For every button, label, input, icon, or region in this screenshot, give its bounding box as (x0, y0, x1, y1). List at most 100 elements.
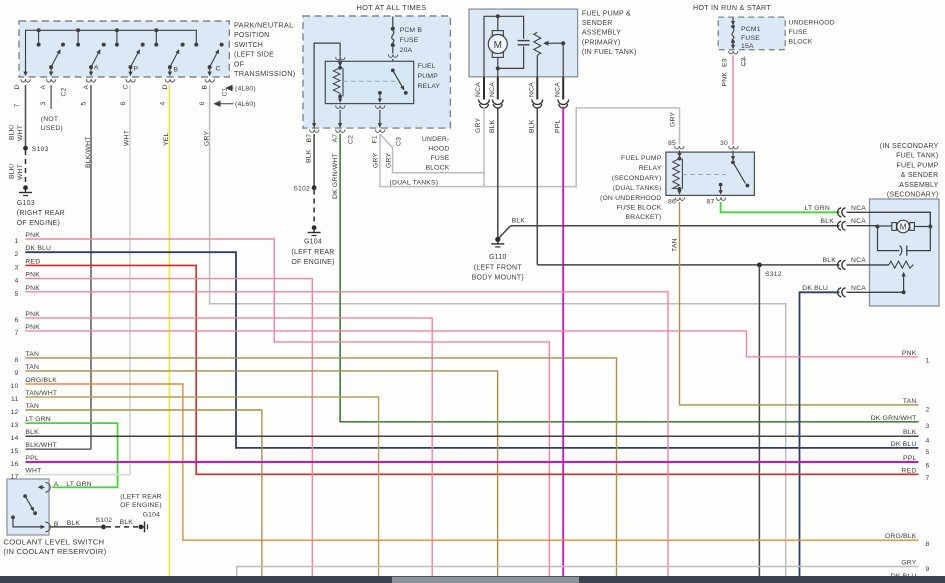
svg-text:GRY: GRY (386, 153, 393, 168)
svg-text:(SECONDARY): (SECONDARY) (612, 175, 662, 182)
svg-text:(IN FUEL TANK): (IN FUEL TANK) (582, 49, 637, 56)
svg-text:(SECONDARY): (SECONDARY) (887, 192, 939, 199)
svg-text:PARK/NEUTRAL: PARK/NEUTRAL (234, 23, 294, 30)
svg-text:WHT: WHT (17, 164, 24, 180)
svg-text:85: 85 (668, 140, 676, 147)
svg-text:PCM B: PCM B (400, 27, 423, 34)
svg-text:(LEFT REAR: (LEFT REAR (120, 494, 162, 501)
svg-text:30: 30 (720, 140, 728, 147)
svg-text:RELAY: RELAY (639, 165, 662, 172)
svg-text:1: 1 (926, 358, 930, 365)
svg-text:P: P (134, 66, 139, 73)
svg-text:4: 4 (926, 438, 930, 445)
svg-text:FUSE: FUSE (789, 29, 808, 36)
svg-text:A: A (54, 481, 59, 488)
svg-text:(IN SECONDARY: (IN SECONDARY (880, 143, 939, 150)
svg-text:HOOD: HOOD (428, 146, 449, 153)
svg-text:BLK/WHT: BLK/WHT (25, 442, 57, 449)
svg-text:FUSE: FUSE (431, 155, 450, 162)
svg-text:NCA: NCA (489, 82, 496, 97)
svg-text:FUEL: FUEL (418, 63, 436, 70)
svg-text:G103: G103 (17, 200, 35, 207)
svg-text:TAN: TAN (25, 364, 39, 371)
svg-text:BLK: BLK (512, 218, 526, 225)
svg-text:WHT: WHT (17, 125, 24, 141)
svg-text:PNK: PNK (25, 324, 40, 331)
svg-text:A: A (40, 85, 47, 90)
svg-text:NCA: NCA (851, 285, 866, 292)
svg-text:8: 8 (926, 541, 930, 548)
svg-text:A: A (94, 65, 99, 72)
svg-text:7: 7 (15, 330, 19, 337)
svg-text:(LEFT SIDE: (LEFT SIDE (234, 52, 274, 59)
svg-text:GRY: GRY (373, 153, 380, 168)
svg-text:B: B (202, 85, 209, 90)
svg-text:14: 14 (11, 435, 19, 442)
svg-text:DK BLU: DK BLU (25, 245, 51, 252)
svg-text:5: 5 (926, 449, 930, 456)
svg-text:6: 6 (15, 317, 19, 324)
svg-text:ORG/BLK: ORG/BLK (25, 377, 57, 384)
svg-text:13: 13 (11, 422, 19, 429)
svg-text:7: 7 (926, 475, 930, 482)
svg-text:D: D (162, 84, 169, 89)
svg-text:ASSEMBLY: ASSEMBLY (899, 182, 938, 189)
svg-text:GRY: GRY (475, 118, 482, 133)
svg-text:4: 4 (15, 278, 19, 285)
svg-text:NCA: NCA (475, 82, 482, 97)
svg-text:OF: OF (234, 61, 244, 68)
svg-text:20A: 20A (400, 47, 413, 54)
svg-text:TAN: TAN (25, 403, 39, 410)
svg-text:7: 7 (14, 104, 21, 108)
svg-text:(LEFT REAR: (LEFT REAR (291, 249, 334, 256)
svg-text:FUSE: FUSE (400, 37, 419, 44)
svg-text:BLOCK: BLOCK (425, 165, 449, 172)
svg-text:(DUAL TANKS): (DUAL TANKS) (390, 180, 439, 187)
svg-text:F1: F1 (372, 135, 379, 143)
svg-text:OF ENGINE): OF ENGINE) (17, 220, 60, 227)
svg-text:PCM1: PCM1 (741, 26, 761, 33)
svg-text:(PRIMARY): (PRIMARY) (582, 39, 621, 46)
svg-text:M: M (900, 223, 907, 232)
svg-text:LT GRN: LT GRN (66, 481, 92, 488)
svg-text:BLK/: BLK/ (9, 124, 16, 140)
svg-text:PPL: PPL (903, 455, 916, 462)
svg-text:87: 87 (707, 199, 715, 206)
svg-text:15: 15 (11, 448, 19, 455)
svg-text:G104: G104 (143, 512, 160, 519)
svg-text:(4L80): (4L80) (235, 86, 256, 93)
svg-text:DK BLU: DK BLU (891, 441, 917, 448)
svg-text:S312: S312 (765, 271, 782, 278)
svg-text:86: 86 (668, 199, 676, 206)
svg-text:TAN/WHT: TAN/WHT (25, 390, 57, 397)
svg-text:G104: G104 (304, 239, 322, 246)
svg-text:ORG/BLK: ORG/BLK (885, 533, 917, 540)
svg-text:(RIGHT REAR: (RIGHT REAR (17, 210, 65, 217)
svg-text:NCA: NCA (529, 82, 536, 97)
svg-text:G110: G110 (489, 254, 507, 261)
svg-text:PPL: PPL (25, 455, 38, 462)
svg-text:TRANSMISSION): TRANSMISSION) (234, 71, 296, 78)
svg-text:B: B (174, 67, 179, 74)
svg-text:3: 3 (40, 102, 47, 106)
svg-text:1: 1 (15, 238, 19, 245)
svg-text:12: 12 (11, 409, 19, 416)
svg-text:USED): USED) (41, 125, 63, 132)
svg-text:2: 2 (926, 407, 930, 414)
svg-text:DK GRN/WHT: DK GRN/WHT (871, 415, 917, 422)
svg-text:3: 3 (926, 423, 930, 430)
svg-text:HOT IN RUN & START: HOT IN RUN & START (693, 5, 771, 12)
svg-text:(ON UNDERHOOD: (ON UNDERHOOD (600, 195, 662, 202)
svg-text:NCA: NCA (851, 218, 866, 225)
svg-text:4: 4 (160, 102, 167, 106)
svg-text:3: 3 (15, 264, 19, 271)
svg-text:BLK: BLK (25, 429, 39, 436)
svg-text:UNDER-: UNDER- (422, 136, 450, 143)
svg-text:B7: B7 (306, 134, 313, 143)
svg-text:S103: S103 (32, 146, 49, 153)
svg-text:GRY: GRY (901, 560, 916, 567)
svg-text:GRY: GRY (670, 112, 677, 127)
svg-text:C: C (123, 84, 130, 89)
svg-text:BLK: BLK (489, 119, 496, 133)
svg-text:2: 2 (15, 251, 19, 258)
